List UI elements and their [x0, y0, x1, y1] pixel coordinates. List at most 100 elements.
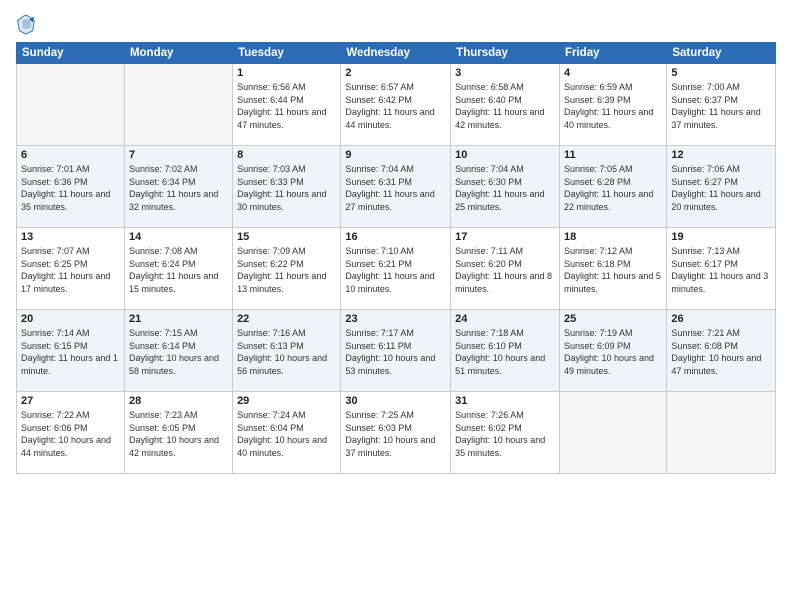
day-detail: Sunrise: 7:21 AMSunset: 6:08 PMDaylight:…	[671, 327, 771, 377]
day-number: 2	[345, 67, 446, 79]
weekday-header-monday: Monday	[124, 43, 232, 64]
page-container: SundayMondayTuesdayWednesdayThursdayFrid…	[0, 0, 792, 482]
weekday-header-friday: Friday	[559, 43, 666, 64]
calendar-table: SundayMondayTuesdayWednesdayThursdayFrid…	[16, 42, 776, 474]
header	[16, 12, 776, 36]
calendar-cell: 10 Sunrise: 7:04 AMSunset: 6:30 PMDayligh…	[451, 146, 560, 228]
calendar-cell: 25 Sunrise: 7:19 AMSunset: 6:09 PMDayligh…	[559, 310, 666, 392]
calendar-cell: 9 Sunrise: 7:04 AMSunset: 6:31 PMDaylight…	[341, 146, 451, 228]
day-detail: Sunrise: 7:22 AMSunset: 6:06 PMDaylight:…	[21, 409, 120, 459]
day-number: 29	[237, 395, 336, 407]
day-detail: Sunrise: 7:05 AMSunset: 6:28 PMDaylight:…	[564, 163, 662, 213]
calendar-cell: 14 Sunrise: 7:08 AMSunset: 6:24 PMDayligh…	[124, 228, 232, 310]
weekday-header-sunday: Sunday	[17, 43, 125, 64]
weekday-header-wednesday: Wednesday	[341, 43, 451, 64]
day-number: 16	[345, 231, 446, 243]
day-number: 28	[129, 395, 228, 407]
calendar-week-row: 1Sunrise: 6:56 AMSunset: 6:44 PMDaylight…	[17, 64, 776, 146]
day-number: 23	[345, 313, 446, 325]
day-detail: Sunrise: 7:12 AMSunset: 6:18 PMDaylight:…	[564, 245, 662, 295]
day-detail: Sunrise: 7:26 AMSunset: 6:02 PMDaylight:…	[455, 409, 555, 459]
day-number: 17	[455, 231, 555, 243]
day-detail: Sunrise: 7:06 AMSunset: 6:27 PMDaylight:…	[671, 163, 771, 213]
day-number: 1	[237, 67, 336, 79]
calendar-cell: 28 Sunrise: 7:23 AMSunset: 6:05 PMDayligh…	[124, 392, 232, 474]
day-detail: Sunrise: 7:02 AMSunset: 6:34 PMDaylight:…	[129, 163, 228, 213]
calendar-cell: 11 Sunrise: 7:05 AMSunset: 6:28 PMDayligh…	[559, 146, 666, 228]
day-detail: Sunrise: 7:09 AMSunset: 6:22 PMDaylight:…	[237, 245, 336, 295]
day-number: 19	[671, 231, 771, 243]
calendar-week-row: 20 Sunrise: 7:14 AMSunset: 6:15 PMDayligh…	[17, 310, 776, 392]
logo-icon	[16, 12, 36, 36]
day-number: 7	[129, 149, 228, 161]
day-number: 12	[671, 149, 771, 161]
day-number: 4	[564, 67, 662, 79]
day-detail: Sunrise: 7:11 AMSunset: 6:20 PMDaylight:…	[455, 245, 555, 295]
day-number: 27	[21, 395, 120, 407]
weekday-header-tuesday: Tuesday	[233, 43, 341, 64]
calendar-cell: 24Sunrise: 7:18 AMSunset: 6:10 PMDayligh…	[451, 310, 560, 392]
calendar-cell: 23 Sunrise: 7:17 AMSunset: 6:11 PMDayligh…	[341, 310, 451, 392]
day-number: 18	[564, 231, 662, 243]
calendar-cell: 5Sunrise: 7:00 AMSunset: 6:37 PMDaylight…	[667, 64, 776, 146]
calendar-cell: 27 Sunrise: 7:22 AMSunset: 6:06 PMDayligh…	[17, 392, 125, 474]
day-number: 6	[21, 149, 120, 161]
calendar-cell: 18 Sunrise: 7:12 AMSunset: 6:18 PMDayligh…	[559, 228, 666, 310]
calendar-cell: 17 Sunrise: 7:11 AMSunset: 6:20 PMDayligh…	[451, 228, 560, 310]
calendar-cell: 4 Sunrise: 6:59 AMSunset: 6:39 PMDaylight…	[559, 64, 666, 146]
day-detail: Sunrise: 7:03 AMSunset: 6:33 PMDaylight:…	[237, 163, 336, 213]
weekday-header-thursday: Thursday	[451, 43, 560, 64]
day-detail: Sunrise: 7:07 AMSunset: 6:25 PMDaylight:…	[21, 245, 120, 295]
day-detail: Sunrise: 7:14 AMSunset: 6:15 PMDaylight:…	[21, 327, 120, 377]
calendar-cell: 29 Sunrise: 7:24 AMSunset: 6:04 PMDayligh…	[233, 392, 341, 474]
calendar-cell: 30 Sunrise: 7:25 AMSunset: 6:03 PMDayligh…	[341, 392, 451, 474]
calendar-cell	[559, 392, 666, 474]
day-number: 25	[564, 313, 662, 325]
day-number: 9	[345, 149, 446, 161]
day-detail: Sunrise: 6:57 AMSunset: 6:42 PMDaylight:…	[345, 81, 446, 131]
calendar-cell: 1Sunrise: 6:56 AMSunset: 6:44 PMDaylight…	[233, 64, 341, 146]
day-number: 13	[21, 231, 120, 243]
day-detail: Sunrise: 7:13 AMSunset: 6:17 PMDaylight:…	[671, 245, 771, 295]
calendar-week-row: 13 Sunrise: 7:07 AMSunset: 6:25 PMDayligh…	[17, 228, 776, 310]
calendar-cell	[17, 64, 125, 146]
calendar-week-row: 6Sunrise: 7:01 AMSunset: 6:36 PMDaylight…	[17, 146, 776, 228]
day-number: 3	[455, 67, 555, 79]
day-detail: Sunrise: 7:10 AMSunset: 6:21 PMDaylight:…	[345, 245, 446, 295]
day-number: 14	[129, 231, 228, 243]
day-detail: Sunrise: 6:58 AMSunset: 6:40 PMDaylight:…	[455, 81, 555, 131]
calendar-cell: 2 Sunrise: 6:57 AMSunset: 6:42 PMDaylight…	[341, 64, 451, 146]
day-number: 30	[345, 395, 446, 407]
day-detail: Sunrise: 7:23 AMSunset: 6:05 PMDaylight:…	[129, 409, 228, 459]
calendar-cell: 7 Sunrise: 7:02 AMSunset: 6:34 PMDaylight…	[124, 146, 232, 228]
calendar-cell	[667, 392, 776, 474]
day-detail: Sunrise: 7:17 AMSunset: 6:11 PMDaylight:…	[345, 327, 446, 377]
day-number: 10	[455, 149, 555, 161]
day-number: 22	[237, 313, 336, 325]
calendar-cell: 6Sunrise: 7:01 AMSunset: 6:36 PMDaylight…	[17, 146, 125, 228]
day-detail: Sunrise: 7:24 AMSunset: 6:04 PMDaylight:…	[237, 409, 336, 459]
calendar-week-row: 27 Sunrise: 7:22 AMSunset: 6:06 PMDayligh…	[17, 392, 776, 474]
day-detail: Sunrise: 7:08 AMSunset: 6:24 PMDaylight:…	[129, 245, 228, 295]
day-number: 26	[671, 313, 771, 325]
day-number: 31	[455, 395, 555, 407]
calendar-cell: 22 Sunrise: 7:16 AMSunset: 6:13 PMDayligh…	[233, 310, 341, 392]
day-detail: Sunrise: 7:16 AMSunset: 6:13 PMDaylight:…	[237, 327, 336, 377]
day-number: 8	[237, 149, 336, 161]
day-number: 20	[21, 313, 120, 325]
calendar-cell: 12 Sunrise: 7:06 AMSunset: 6:27 PMDayligh…	[667, 146, 776, 228]
day-detail: Sunrise: 7:25 AMSunset: 6:03 PMDaylight:…	[345, 409, 446, 459]
calendar-cell: 19 Sunrise: 7:13 AMSunset: 6:17 PMDayligh…	[667, 228, 776, 310]
weekday-header-saturday: Saturday	[667, 43, 776, 64]
day-number: 11	[564, 149, 662, 161]
day-detail: Sunrise: 7:18 AMSunset: 6:10 PMDaylight:…	[455, 327, 555, 377]
day-number: 15	[237, 231, 336, 243]
day-detail: Sunrise: 6:59 AMSunset: 6:39 PMDaylight:…	[564, 81, 662, 131]
day-detail: Sunrise: 7:15 AMSunset: 6:14 PMDaylight:…	[129, 327, 228, 377]
day-detail: Sunrise: 7:19 AMSunset: 6:09 PMDaylight:…	[564, 327, 662, 377]
calendar-cell: 21Sunrise: 7:15 AMSunset: 6:14 PMDayligh…	[124, 310, 232, 392]
calendar-cell: 3 Sunrise: 6:58 AMSunset: 6:40 PMDaylight…	[451, 64, 560, 146]
calendar-cell: 15 Sunrise: 7:09 AMSunset: 6:22 PMDayligh…	[233, 228, 341, 310]
day-detail: Sunrise: 7:04 AMSunset: 6:30 PMDaylight:…	[455, 163, 555, 213]
day-detail: Sunrise: 7:04 AMSunset: 6:31 PMDaylight:…	[345, 163, 446, 213]
